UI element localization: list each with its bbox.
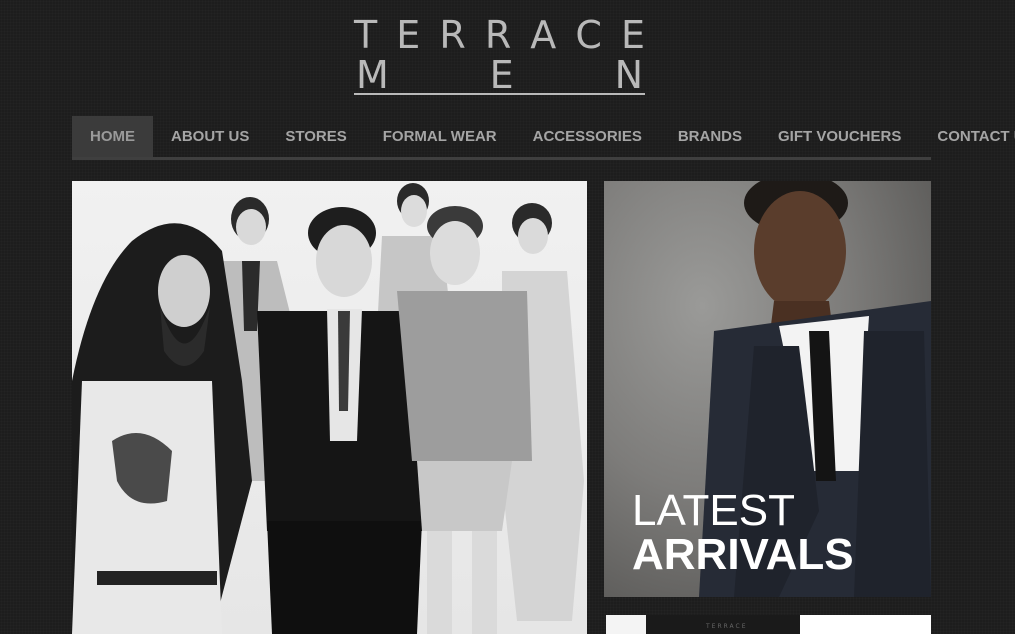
nav-item-home[interactable]: HOME (72, 116, 153, 157)
promo-heading-line2: ARRIVALS (632, 530, 854, 579)
hero-photo-illustration (72, 183, 584, 634)
logo-line-terrace: T E R R A C E (354, 16, 645, 54)
logo-letter: E (489, 53, 514, 97)
nav-item-formal-wear[interactable]: FORMAL WEAR (365, 116, 515, 157)
strip-segment-middle: TERRACE (646, 615, 800, 634)
hero-group-photo[interactable] (72, 181, 587, 634)
strip-segment-right (800, 615, 931, 634)
logo-line-men: M E N (354, 56, 645, 94)
logo-letter: E (620, 13, 645, 57)
promo-heading-line1: LATEST (632, 486, 796, 535)
logo-letter: M (356, 53, 389, 97)
logo-letter: N (614, 53, 643, 97)
logo-letter: R (439, 13, 466, 57)
logo-underline (354, 93, 645, 95)
secondary-banner-strip[interactable]: TERRACE (606, 615, 931, 634)
logo-letter: E (396, 13, 421, 57)
nav-item-accessories[interactable]: ACCESSORIES (515, 116, 660, 157)
nav-divider (72, 157, 931, 160)
strip-segment-left (606, 615, 646, 634)
logo-letter: R (484, 13, 512, 57)
nav-item-contact-us[interactable]: CONTACT US (919, 116, 1015, 157)
strip-tiny-logo: TERRACE (706, 623, 748, 630)
nav-item-stores[interactable]: STORES (267, 116, 364, 157)
nav-item-gift-vouchers[interactable]: GIFT VOUCHERS (760, 116, 919, 157)
latest-arrivals-banner[interactable]: LATEST ARRIVALS (604, 181, 931, 597)
nav-item-brands[interactable]: BRANDS (660, 116, 760, 157)
logo-letter: C (575, 13, 602, 57)
logo-letter: T (354, 13, 378, 57)
main-navigation: HOME ABOUT US STORES FORMAL WEAR ACCESSO… (72, 116, 1015, 159)
nav-item-about-us[interactable]: ABOUT US (153, 116, 267, 157)
terrace-men-logo[interactable]: T E R R A C E M E N (354, 16, 645, 96)
promo-heading: LATEST ARRIVALS (632, 489, 854, 577)
logo-letter: A (530, 13, 557, 57)
